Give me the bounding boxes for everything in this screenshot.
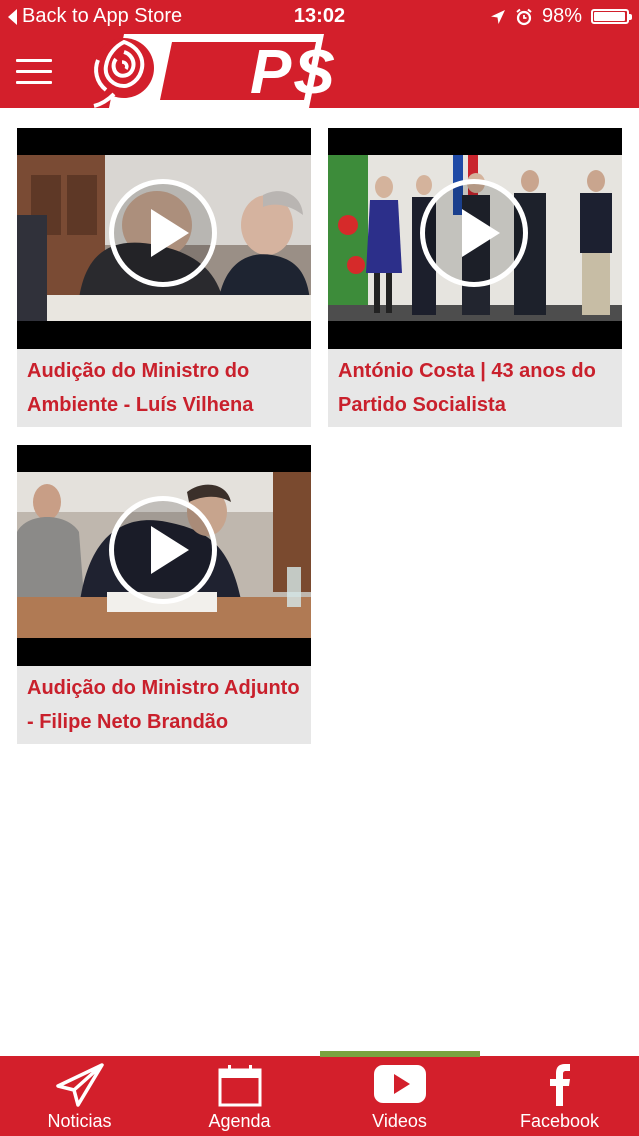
battery-percent: 98%	[541, 5, 582, 27]
tab-facebook[interactable]: Facebook	[480, 1056, 639, 1136]
status-indicators: 98%	[490, 5, 632, 28]
tab-label: Facebook	[519, 1111, 600, 1131]
play-icon[interactable]	[109, 496, 217, 604]
video-card[interactable]: Audição do Ministro Adjunto - Filipe Net…	[17, 445, 311, 744]
video-card[interactable]: Audição do Ministro do Ambiente - Luís V…	[17, 128, 311, 427]
status-bar: Back to App Store 13:02 98%	[0, 0, 639, 34]
video-title[interactable]: António Costa | 43 anos do Partido Socia…	[338, 354, 616, 422]
back-arrow-icon	[8, 8, 17, 25]
tab-agenda[interactable]: Agenda	[160, 1056, 319, 1136]
calendar-icon	[218, 1065, 262, 1107]
video-thumbnail	[17, 445, 311, 666]
battery-icon	[591, 9, 632, 24]
ps-logo: PS	[84, 34, 335, 108]
tab-noticias[interactable]: Noticias	[0, 1056, 159, 1136]
tab-videos[interactable]: Videos	[320, 1056, 479, 1136]
video-title[interactable]: Audição do Ministro do Ambiente - Luís V…	[27, 354, 305, 422]
video-thumbnail	[328, 128, 622, 349]
back-label: Back to App Store	[22, 5, 183, 27]
alarm-clock-icon	[516, 8, 532, 25]
youtube-play-icon	[374, 1065, 426, 1103]
facebook-icon	[550, 1064, 570, 1106]
play-icon[interactable]	[420, 179, 528, 287]
logo-text: PS	[250, 38, 337, 107]
tab-bar: Noticias Agenda Videos Facebook	[0, 1051, 639, 1136]
app-header: PS	[0, 34, 639, 108]
video-thumbnail	[17, 128, 311, 349]
tab-label: Agenda	[208, 1111, 271, 1131]
back-to-app-store-link[interactable]: Back to App Store	[8, 5, 182, 28]
tab-label: Videos	[372, 1111, 427, 1131]
hamburger-menu-icon[interactable]	[16, 59, 52, 85]
tab-label: Noticias	[47, 1111, 112, 1131]
play-icon[interactable]	[109, 179, 217, 287]
video-card[interactable]: António Costa | 43 anos do Partido Socia…	[328, 128, 622, 427]
video-title[interactable]: Audição do Ministro Adjunto - Filipe Net…	[27, 671, 305, 739]
paper-plane-icon	[56, 1063, 104, 1107]
location-arrow-icon	[490, 9, 505, 24]
